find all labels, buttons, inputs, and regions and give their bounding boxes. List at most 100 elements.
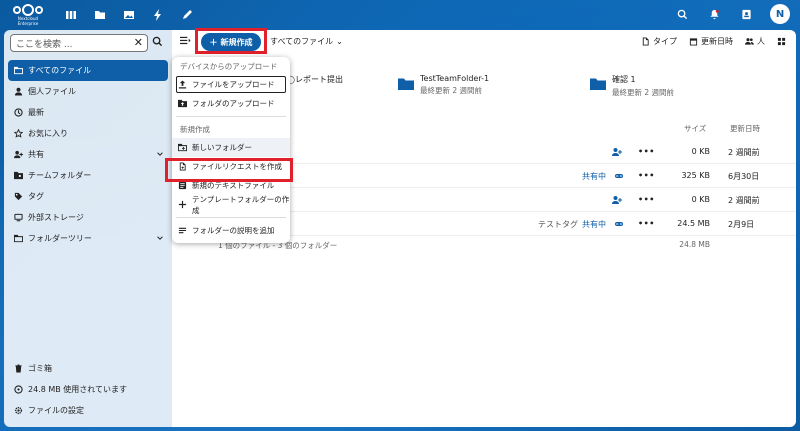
column-header-modified[interactable]: 更新日時 [730, 123, 760, 134]
sidebar-item-trash[interactable]: ゴミ箱 [8, 358, 168, 379]
new-button-label: 新規作成 [220, 37, 253, 47]
folder-icon [590, 77, 606, 90]
header-right: N [674, 4, 790, 24]
file-modified: 2 週間前 [728, 148, 760, 157]
star-icon [14, 129, 23, 138]
sidebar-bottom: ゴミ箱 24.8 MB 使用されています ファイルの設定 [8, 358, 168, 421]
sidebar-item-label: 共有 [28, 150, 44, 159]
sidebar-item-label: 外部ストレージ [28, 213, 84, 222]
sidebar-item-personal-files[interactable]: 個人ファイル [8, 81, 168, 102]
storage-icon [14, 385, 23, 394]
toggle-sidebar-icon[interactable] [180, 35, 192, 47]
files-icon[interactable] [91, 6, 108, 23]
folder-plus-icon [178, 143, 187, 152]
file-size: 0 KB [691, 147, 710, 156]
sidebar-item-all-files[interactable]: すべてのファイル [8, 60, 168, 81]
add-share-icon[interactable] [612, 195, 622, 205]
dashboard-icon[interactable] [62, 6, 79, 23]
activity-icon[interactable] [149, 6, 166, 23]
breadcrumb-label: すべてのファイル [270, 37, 334, 46]
filter-type-button[interactable]: タイプ [641, 36, 677, 47]
notifications-icon[interactable] [706, 6, 722, 22]
chevron-down-icon[interactable] [156, 234, 164, 242]
menu-item-label: ファイルをアップロード [192, 80, 275, 89]
upload-file-menu-item[interactable]: ファイルをアップロード [175, 75, 287, 94]
folder-tree-icon [14, 234, 23, 243]
sidebar-item-external-storage[interactable]: 外部ストレージ [8, 207, 168, 228]
filter-people-label: 人 [757, 37, 765, 46]
new-button[interactable]: ＋ 新規作成 [201, 33, 261, 51]
sidebar-item-tags[interactable]: タグ [8, 186, 168, 207]
team-folder-icon [14, 171, 23, 180]
card-subtitle: 最終更新 2 週間前 [612, 88, 675, 97]
more-actions-icon[interactable]: ••• [638, 195, 655, 204]
folder-description-menu-item[interactable]: フォルダーの説明を追加 [172, 221, 290, 240]
file-size: 325 KB [681, 171, 710, 180]
sidebar-item-shares[interactable]: 共有 [8, 144, 168, 165]
sidebar-item-recent[interactable]: 最新 [8, 102, 168, 123]
file-modified: 2 週間前 [728, 196, 760, 205]
search-icon[interactable] [674, 6, 690, 22]
menu-item-label: 新しいフォルダー [192, 143, 252, 152]
sidebar-item-label: 個人ファイル [28, 87, 76, 96]
favorite-card-report[interactable]: ◯レポート提出 [286, 74, 343, 85]
breadcrumb[interactable]: すべてのファイル ⌄ [270, 36, 343, 47]
new-menu-dropdown: デバイスからのアップロード ファイルをアップロード フォルダのアップロード 新規… [172, 57, 290, 243]
sidebar-item-label: ゴミ箱 [28, 364, 52, 373]
nextcloud-logo[interactable]: Nextcloud Enterprise [8, 3, 48, 29]
template-folder-menu-item[interactable]: テンプレートフォルダーの作成 [172, 194, 290, 215]
folder-icon [398, 77, 414, 90]
sidebar-item-team-folders[interactable]: チームフォルダー [8, 165, 168, 186]
menu-item-label: フォルダのアップロード [192, 99, 275, 108]
grid-view-icon[interactable] [777, 37, 786, 46]
filter-people-button[interactable]: 人 [745, 36, 765, 47]
storage-usage-label: 24.8 MB 使用されています [28, 385, 128, 394]
column-header-size[interactable]: サイズ [684, 123, 706, 134]
trash-icon [15, 364, 22, 373]
contacts-icon[interactable] [738, 6, 754, 22]
search-button-icon[interactable] [152, 36, 166, 50]
logo-text-2: Enterprise [17, 21, 39, 26]
more-actions-icon[interactable]: ••• [638, 219, 655, 228]
shared-status[interactable]: 共有中 [582, 171, 606, 182]
link-icon[interactable] [614, 171, 624, 181]
favorite-card-confirm[interactable]: 確認 1 最終更新 2 週間前 [590, 74, 674, 98]
storage-usage[interactable]: 24.8 MB 使用されています [8, 379, 168, 400]
add-share-icon[interactable] [612, 147, 622, 157]
user-avatar[interactable]: N [770, 4, 790, 24]
menu-item-label: テンプレートフォルダーの作成 [192, 194, 290, 215]
sidebar-item-label: お気に入り [28, 129, 68, 138]
filter-modified-label: 更新日時 [701, 37, 733, 46]
more-actions-icon[interactable]: ••• [638, 147, 655, 156]
photos-icon[interactable] [120, 6, 137, 23]
sidebar-item-label: フォルダーツリー [28, 234, 92, 243]
card-title: TestTeamFolder-1 [420, 74, 490, 83]
file-tag[interactable]: テストタグ [538, 219, 578, 230]
favorite-card-testteamfolder[interactable]: TestTeamFolder-1 最終更新 2 週間前 [398, 74, 489, 96]
share-icon [14, 150, 23, 159]
plus-icon: ＋ [209, 37, 218, 47]
card-subtitle: 最終更新 2 週間前 [420, 86, 483, 95]
search-input[interactable]: ここを検索 ... ✕ [10, 34, 148, 52]
more-actions-icon[interactable]: ••• [638, 171, 655, 180]
sidebar-item-label: チームフォルダー [28, 171, 92, 180]
new-folder-menu-item[interactable]: 新しいフォルダー [172, 138, 290, 157]
upload-folder-menu-item[interactable]: フォルダのアップロード [172, 94, 290, 113]
app-menu [62, 6, 195, 23]
plus-icon [178, 200, 187, 209]
sidebar-item-file-settings[interactable]: ファイルの設定 [8, 400, 168, 421]
upload-icon [178, 80, 187, 89]
menu-divider [176, 217, 286, 218]
clear-icon[interactable]: ✕ [134, 36, 143, 49]
files-total-size: 24.8 MB [679, 240, 710, 249]
link-icon[interactable] [614, 219, 624, 229]
sidebar-item-favorites[interactable]: お気に入り [8, 123, 168, 144]
sidebar-item-folder-tree[interactable]: フォルダーツリー [8, 228, 168, 249]
chevron-down-icon: ⌄ [336, 37, 343, 46]
chevron-down-icon[interactable] [156, 150, 164, 158]
filter-modified-button[interactable]: 更新日時 [689, 36, 733, 47]
shared-status[interactable]: 共有中 [582, 219, 606, 230]
sidebar: ここを検索 ... ✕ すべてのファイル 個人ファイル 最新 お気に入り 共有 [4, 30, 172, 427]
sidebar-nav: すべてのファイル 個人ファイル 最新 お気に入り 共有 チームフォルダー タグ [8, 60, 168, 249]
notes-icon[interactable] [178, 6, 195, 23]
